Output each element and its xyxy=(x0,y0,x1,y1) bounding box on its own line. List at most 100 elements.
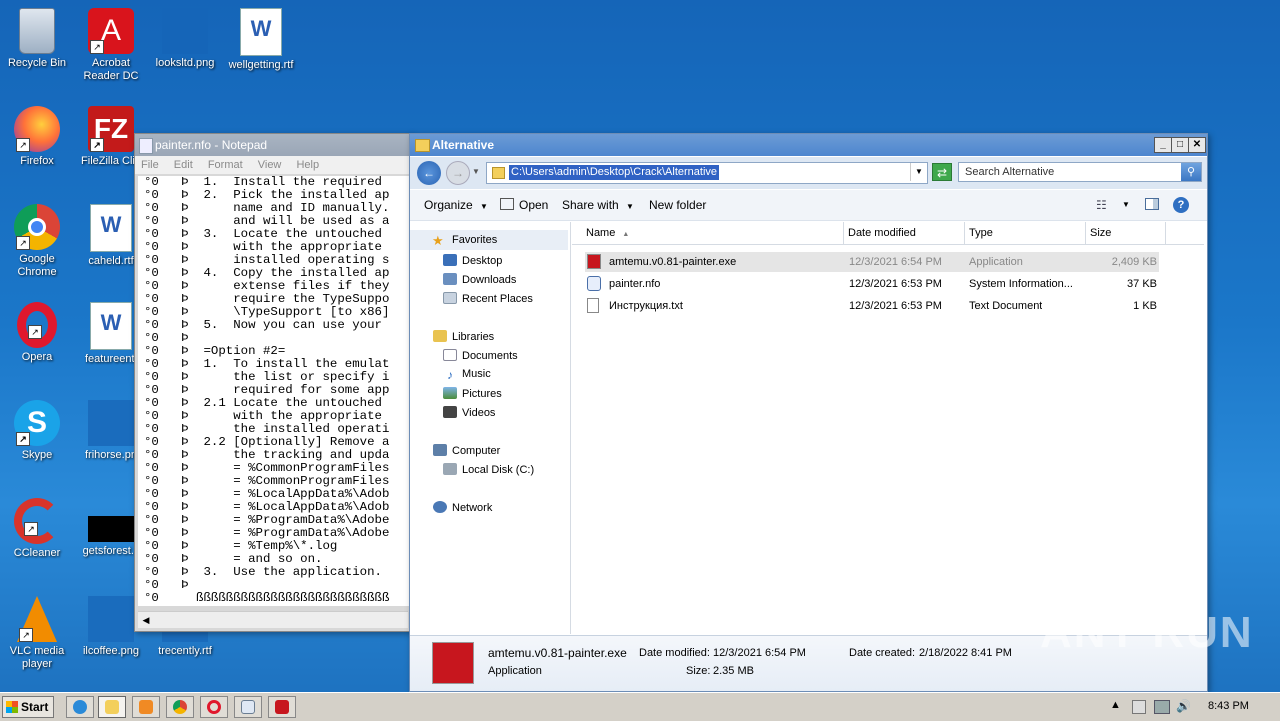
nav-music[interactable]: ♪ Music xyxy=(443,368,491,381)
file-row[interactable]: Инструкция.txt 12/3/2021 6:53 PM Text Do… xyxy=(585,296,1159,316)
nav-computer[interactable]: Computer xyxy=(433,444,500,457)
notepad-window[interactable]: painter.nfo - Notepad File Edit Format V… xyxy=(134,133,414,632)
word-document-icon: W xyxy=(90,204,132,252)
taskbar-opera[interactable] xyxy=(200,696,228,718)
scroll-left-arrow-icon[interactable]: ◀ xyxy=(140,614,152,626)
desktop-icon-vlc[interactable]: ↗ VLC media player xyxy=(0,594,74,671)
file-row[interactable]: painter.nfo 12/3/2021 6:53 PM System Inf… xyxy=(585,274,1159,294)
menu-file[interactable]: File xyxy=(141,159,159,171)
desktop-icon-chrome[interactable]: ↗ Google Chrome xyxy=(0,202,74,279)
maximize-button[interactable]: □ xyxy=(1171,137,1189,153)
help-icon[interactable]: ? xyxy=(1173,197,1189,213)
opera-icon xyxy=(207,700,221,714)
address-path[interactable]: C:\Users\admin\Desktop\Crack\Alternative xyxy=(509,165,720,180)
notepad-text-area[interactable]: °0 Þ 1. Install the required °0 Þ 2. Pick… xyxy=(138,176,414,606)
videos-icon xyxy=(443,406,457,418)
menu-format[interactable]: Format xyxy=(208,159,243,171)
organize-button[interactable]: Organize ▼ xyxy=(424,198,488,212)
address-bar[interactable]: C:\Users\admin\Desktop\Crack\Alternative… xyxy=(486,162,928,184)
menu-edit[interactable]: Edit xyxy=(174,159,193,171)
desktop-icon-wellgetting[interactable]: W wellgetting.rtf xyxy=(224,6,298,72)
column-size-header[interactable]: Size xyxy=(1086,222,1166,244)
back-arrow-icon[interactable]: ← xyxy=(417,161,441,185)
preview-pane-icon[interactable] xyxy=(1145,198,1159,210)
desktop-icon-label: CCleaner xyxy=(13,547,61,559)
desktop-icon-looksltd[interactable]: looksltd.png xyxy=(148,6,222,70)
nav-pictures[interactable]: Pictures xyxy=(443,387,502,400)
horizontal-scrollbar[interactable]: ◀ xyxy=(138,611,408,628)
file-row[interactable]: amtemu.v0.81-painter.exe 12/3/2021 6:54 … xyxy=(585,252,1159,272)
menu-help[interactable]: Help xyxy=(296,159,319,171)
volume-icon[interactable]: 🔊 xyxy=(1176,699,1191,713)
taskbar-amtemu[interactable] xyxy=(268,696,296,718)
open-button[interactable]: Open xyxy=(500,198,548,212)
computer-icon xyxy=(433,444,447,456)
file-name: amtemu.v0.81-painter.exe xyxy=(609,256,737,268)
desktop-icon-label: trecently.rtf xyxy=(158,645,212,657)
desktop-icon-recycle-bin[interactable]: Recycle Bin xyxy=(0,6,74,70)
desktop-icon-skype[interactable]: S ↗ Skype xyxy=(0,398,74,462)
view-options-icon[interactable]: ☷ xyxy=(1096,198,1107,212)
view-chevron-down-icon[interactable]: ▼ xyxy=(1122,200,1130,209)
start-button[interactable]: Start xyxy=(2,696,54,718)
navigation-bar: ← → ▼ C:\Users\admin\Desktop\Crack\Alter… xyxy=(410,157,1207,189)
search-input[interactable]: Search Alternative ⚲ xyxy=(958,162,1202,182)
desktop-icon-opera[interactable]: ↗ Opera xyxy=(0,300,74,364)
taskbar-notepad[interactable] xyxy=(234,696,262,718)
file-name: painter.nfo xyxy=(609,278,661,290)
nav-local-disk[interactable]: Local Disk (C:) xyxy=(443,463,534,476)
forward-arrow-icon[interactable]: → xyxy=(446,161,470,185)
nav-videos[interactable]: Videos xyxy=(443,406,495,419)
nav-downloads[interactable]: Downloads xyxy=(443,273,516,286)
txt-file-icon xyxy=(587,298,599,313)
menu-view[interactable]: View xyxy=(258,159,282,171)
libraries-icon xyxy=(433,330,447,342)
nav-libraries[interactable]: Libraries xyxy=(433,330,494,343)
amtemu-app-icon xyxy=(275,700,289,714)
column-date-header[interactable]: Date modified xyxy=(844,222,965,244)
downloads-icon xyxy=(443,273,457,285)
explorer-titlebar[interactable]: Alternative _ □ ✕ xyxy=(410,134,1207,156)
search-icon[interactable]: ⚲ xyxy=(1181,163,1201,181)
nav-recent-places[interactable]: Recent Places xyxy=(443,292,533,305)
taskbar-explorer[interactable] xyxy=(98,696,126,718)
desktop-icon-acrobat[interactable]: A ↗ Acrobat Reader DC xyxy=(74,6,148,83)
minimize-button[interactable]: _ xyxy=(1154,137,1172,153)
notepad-text-line: °0 ßßßßßßßßßßßßßßßßßßßßßßßßßß xyxy=(144,591,390,605)
nav-documents[interactable]: Documents xyxy=(443,349,518,362)
taskbar-media-player[interactable] xyxy=(132,696,160,718)
column-name-header[interactable]: Name ▲ xyxy=(572,222,844,244)
recent-pages-chevron-icon[interactable]: ▼ xyxy=(472,167,480,176)
close-button[interactable]: ✕ xyxy=(1188,137,1206,153)
new-folder-button[interactable]: New folder xyxy=(649,198,706,212)
refresh-icon[interactable]: ⇄ xyxy=(932,163,952,181)
image-file-icon xyxy=(88,596,134,642)
taskbar-ie[interactable] xyxy=(66,696,94,718)
desktop-icon-firefox[interactable]: ↗ Firefox xyxy=(0,104,74,168)
exe-file-icon xyxy=(587,254,601,269)
action-center-icon[interactable] xyxy=(1132,700,1146,714)
details-modified-value: 12/3/2021 6:54 PM xyxy=(713,647,806,659)
notepad-title: painter.nfo - Notepad xyxy=(155,138,268,152)
network-tray-icon[interactable] xyxy=(1154,700,1170,714)
taskbar-chrome[interactable] xyxy=(166,696,194,718)
notepad-app-icon xyxy=(139,138,153,154)
column-type-header[interactable]: Type xyxy=(965,222,1086,244)
show-hidden-icons-icon[interactable]: ▲ xyxy=(1110,699,1121,711)
desktop-icon-label: Google Chrome xyxy=(17,253,57,278)
word-document-icon: W xyxy=(240,8,282,56)
details-size-value: 2.35 MB xyxy=(713,665,754,677)
selected-file-shield-icon xyxy=(432,642,474,684)
share-label: Share with xyxy=(562,198,619,212)
clock[interactable]: 8:43 PM xyxy=(1208,700,1249,712)
nav-desktop[interactable]: Desktop xyxy=(443,254,502,267)
address-dropdown-icon[interactable]: ▼ xyxy=(910,163,927,181)
file-name: Инструкция.txt xyxy=(609,300,683,312)
nav-favorites[interactable]: ★ Favorites xyxy=(410,230,568,250)
nav-network[interactable]: Network xyxy=(433,501,492,514)
ccleaner-icon: ↗ xyxy=(14,498,60,544)
desktop-icon-ccleaner[interactable]: ↗ CCleaner xyxy=(0,496,74,560)
share-with-button[interactable]: Share with ▼ xyxy=(562,198,634,212)
file-type: System Information... xyxy=(969,278,1073,290)
notepad-titlebar[interactable]: painter.nfo - Notepad xyxy=(135,134,411,156)
